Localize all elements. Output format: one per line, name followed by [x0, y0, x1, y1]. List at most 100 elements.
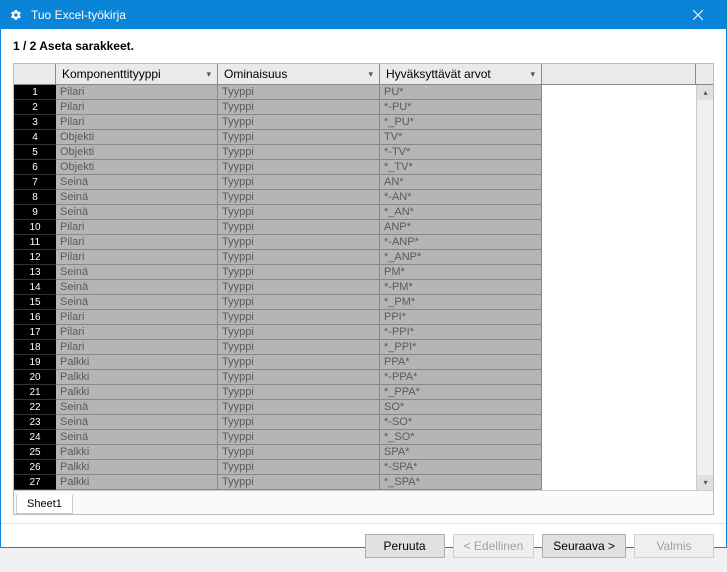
cell-komponenttityyppi[interactable]: Pilari — [56, 325, 218, 340]
cell-ominaisuus[interactable]: Tyyppi — [218, 370, 380, 385]
table-row[interactable]: 24SeinäTyyppi*_SO* — [14, 430, 696, 445]
cell-hyvaksyttavat-arvot[interactable]: *-PPI* — [380, 325, 542, 340]
table-row[interactable]: 15SeinäTyyppi*_PM* — [14, 295, 696, 310]
table-row[interactable]: 13SeinäTyyppiPM* — [14, 265, 696, 280]
cell-ominaisuus[interactable]: Tyyppi — [218, 310, 380, 325]
sheet-tab-sheet1[interactable]: Sheet1 — [16, 495, 73, 514]
cell-ominaisuus[interactable]: Tyyppi — [218, 280, 380, 295]
scroll-up-arrow-icon[interactable]: ▴ — [697, 85, 713, 100]
table-row[interactable]: 2PilariTyyppi*-PU* — [14, 100, 696, 115]
cell-ominaisuus[interactable]: Tyyppi — [218, 355, 380, 370]
previous-button[interactable]: < Edellinen — [453, 534, 535, 558]
cell-hyvaksyttavat-arvot[interactable]: TV* — [380, 130, 542, 145]
cell-ominaisuus[interactable]: Tyyppi — [218, 175, 380, 190]
cell-komponenttityyppi[interactable]: Seinä — [56, 415, 218, 430]
table-row[interactable]: 16PilariTyyppiPPI* — [14, 310, 696, 325]
table-row[interactable]: 23SeinäTyyppi*-SO* — [14, 415, 696, 430]
cell-komponenttityyppi[interactable]: Pilari — [56, 85, 218, 100]
cell-komponenttityyppi[interactable]: Seinä — [56, 190, 218, 205]
cell-komponenttityyppi[interactable]: Pilari — [56, 115, 218, 130]
cell-hyvaksyttavat-arvot[interactable]: PM* — [380, 265, 542, 280]
cell-hyvaksyttavat-arvot[interactable]: *-SO* — [380, 415, 542, 430]
table-row[interactable]: 27PalkkiTyyppi*_SPA* — [14, 475, 696, 490]
table-row[interactable]: 4ObjektiTyyppiTV* — [14, 130, 696, 145]
cell-ominaisuus[interactable]: Tyyppi — [218, 205, 380, 220]
table-row[interactable]: 21PalkkiTyyppi*_PPA* — [14, 385, 696, 400]
table-row[interactable]: 12PilariTyyppi*_ANP* — [14, 250, 696, 265]
cell-ominaisuus[interactable]: Tyyppi — [218, 430, 380, 445]
cell-ominaisuus[interactable]: Tyyppi — [218, 295, 380, 310]
table-row[interactable]: 3PilariTyyppi*_PU* — [14, 115, 696, 130]
table-row[interactable]: 20PalkkiTyyppi*-PPA* — [14, 370, 696, 385]
cell-ominaisuus[interactable]: Tyyppi — [218, 115, 380, 130]
cell-ominaisuus[interactable]: Tyyppi — [218, 190, 380, 205]
cell-komponenttityyppi[interactable]: Seinä — [56, 175, 218, 190]
cell-komponenttityyppi[interactable]: Seinä — [56, 430, 218, 445]
cell-komponenttityyppi[interactable]: Pilari — [56, 250, 218, 265]
cancel-button[interactable]: Peruuta — [365, 534, 445, 558]
cell-ominaisuus[interactable]: Tyyppi — [218, 475, 380, 490]
cell-hyvaksyttavat-arvot[interactable]: PPI* — [380, 310, 542, 325]
column-header-hyvaksyttavat-arvot[interactable]: Hyväksyttävät arvot ▾ — [380, 64, 542, 84]
cell-hyvaksyttavat-arvot[interactable]: *-SPA* — [380, 460, 542, 475]
next-button[interactable]: Seuraava > — [542, 534, 626, 558]
cell-ominaisuus[interactable]: Tyyppi — [218, 340, 380, 355]
cell-hyvaksyttavat-arvot[interactable]: *-TV* — [380, 145, 542, 160]
cell-hyvaksyttavat-arvot[interactable]: *-AN* — [380, 190, 542, 205]
cell-ominaisuus[interactable]: Tyyppi — [218, 385, 380, 400]
cell-hyvaksyttavat-arvot[interactable]: *_PU* — [380, 115, 542, 130]
cell-hyvaksyttavat-arvot[interactable]: AN* — [380, 175, 542, 190]
cell-hyvaksyttavat-arvot[interactable]: *-PU* — [380, 100, 542, 115]
cell-ominaisuus[interactable]: Tyyppi — [218, 160, 380, 175]
table-row[interactable]: 1PilariTyyppiPU* — [14, 85, 696, 100]
cell-ominaisuus[interactable]: Tyyppi — [218, 235, 380, 250]
cell-komponenttityyppi[interactable]: Palkki — [56, 475, 218, 490]
cell-ominaisuus[interactable]: Tyyppi — [218, 250, 380, 265]
table-row[interactable]: 19PalkkiTyyppiPPA* — [14, 355, 696, 370]
cell-hyvaksyttavat-arvot[interactable]: *_PM* — [380, 295, 542, 310]
cell-komponenttityyppi[interactable]: Pilari — [56, 100, 218, 115]
table-row[interactable]: 22SeinäTyyppiSO* — [14, 400, 696, 415]
table-row[interactable]: 14SeinäTyyppi*-PM* — [14, 280, 696, 295]
cell-komponenttityyppi[interactable]: Pilari — [56, 310, 218, 325]
cell-hyvaksyttavat-arvot[interactable]: *_PPI* — [380, 340, 542, 355]
table-row[interactable]: 7SeinäTyyppiAN* — [14, 175, 696, 190]
vertical-scrollbar[interactable]: ▴ ▾ — [696, 85, 713, 490]
cell-hyvaksyttavat-arvot[interactable]: *_SPA* — [380, 475, 542, 490]
cell-komponenttityyppi[interactable]: Palkki — [56, 370, 218, 385]
table-row[interactable]: 17PilariTyyppi*-PPI* — [14, 325, 696, 340]
cell-komponenttityyppi[interactable]: Seinä — [56, 295, 218, 310]
table-row[interactable]: 10PilariTyyppiANP* — [14, 220, 696, 235]
table-row[interactable]: 26PalkkiTyyppi*-SPA* — [14, 460, 696, 475]
cell-komponenttityyppi[interactable]: Seinä — [56, 400, 218, 415]
cell-komponenttityyppi[interactable]: Objekti — [56, 145, 218, 160]
table-row[interactable]: 6ObjektiTyyppi*_TV* — [14, 160, 696, 175]
table-row[interactable]: 25PalkkiTyyppiSPA* — [14, 445, 696, 460]
cell-komponenttityyppi[interactable]: Pilari — [56, 340, 218, 355]
cell-hyvaksyttavat-arvot[interactable]: SO* — [380, 400, 542, 415]
close-button[interactable] — [678, 1, 718, 29]
cell-hyvaksyttavat-arvot[interactable]: *-PPA* — [380, 370, 542, 385]
table-row[interactable]: 11PilariTyyppi*-ANP* — [14, 235, 696, 250]
cell-komponenttityyppi[interactable]: Seinä — [56, 265, 218, 280]
cell-ominaisuus[interactable]: Tyyppi — [218, 265, 380, 280]
cell-ominaisuus[interactable]: Tyyppi — [218, 220, 380, 235]
cell-ominaisuus[interactable]: Tyyppi — [218, 445, 380, 460]
cell-hyvaksyttavat-arvot[interactable]: PPA* — [380, 355, 542, 370]
cell-komponenttityyppi[interactable]: Palkki — [56, 355, 218, 370]
cell-komponenttityyppi[interactable]: Seinä — [56, 280, 218, 295]
cell-hyvaksyttavat-arvot[interactable]: PU* — [380, 85, 542, 100]
cell-ominaisuus[interactable]: Tyyppi — [218, 325, 380, 340]
cell-ominaisuus[interactable]: Tyyppi — [218, 400, 380, 415]
cell-komponenttityyppi[interactable]: Pilari — [56, 235, 218, 250]
column-header-komponenttityyppi[interactable]: Komponenttityyppi ▾ — [56, 64, 218, 84]
cell-ominaisuus[interactable]: Tyyppi — [218, 415, 380, 430]
cell-hyvaksyttavat-arvot[interactable]: *-PM* — [380, 280, 542, 295]
cell-hyvaksyttavat-arvot[interactable]: *_TV* — [380, 160, 542, 175]
table-row[interactable]: 5ObjektiTyyppi*-TV* — [14, 145, 696, 160]
cell-ominaisuus[interactable]: Tyyppi — [218, 460, 380, 475]
cell-hyvaksyttavat-arvot[interactable]: *_AN* — [380, 205, 542, 220]
cell-ominaisuus[interactable]: Tyyppi — [218, 130, 380, 145]
cell-komponenttityyppi[interactable]: Palkki — [56, 445, 218, 460]
cell-hyvaksyttavat-arvot[interactable]: ANP* — [380, 220, 542, 235]
